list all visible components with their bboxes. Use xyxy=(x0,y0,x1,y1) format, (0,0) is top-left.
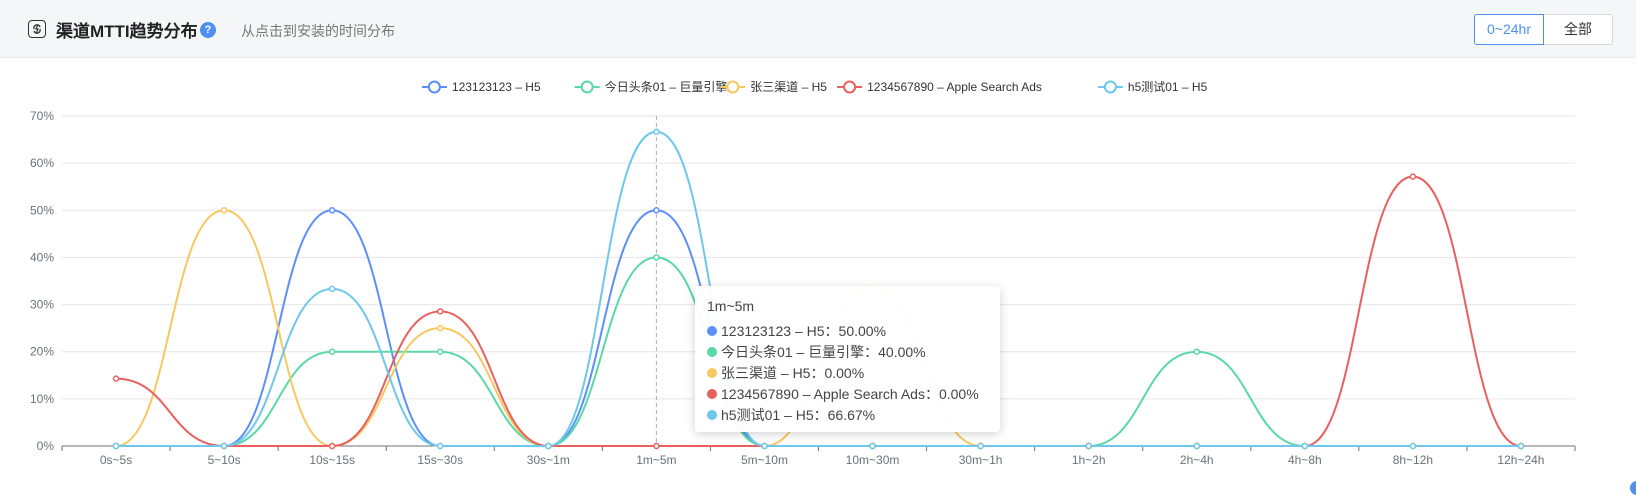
data-point xyxy=(1193,348,1200,355)
legend-marker-icon xyxy=(843,80,857,94)
legend-item[interactable]: 1234567890 – Apple Search Ads xyxy=(837,80,1042,94)
data-point xyxy=(220,442,228,450)
tooltip-row-text: 123123123 – H5：50.00% xyxy=(721,322,887,339)
y-tick-label: 50% xyxy=(30,203,54,217)
legend-marker-icon xyxy=(726,80,740,94)
data-point xyxy=(437,442,444,450)
x-axis: 0s~5s 5~10s 10s~15s 15s~30s 30s~1m 1m~5m 5m~10… xyxy=(61,446,1576,467)
data-point xyxy=(1193,442,1200,450)
data-point xyxy=(977,442,984,450)
question-circle-icon[interactable]: ? xyxy=(200,22,216,38)
data-point xyxy=(437,308,444,315)
data-point xyxy=(1409,442,1417,450)
series-dot-icon xyxy=(707,367,717,378)
tooltip-row-text: 1234567890 – Apple Search Ads：0.00% xyxy=(721,385,979,402)
x-tick-label: 30s~1m xyxy=(527,453,570,467)
tooltip-row-text: 今日头条01 – 巨量引擎：40.00% xyxy=(721,343,926,360)
x-tick-label: 1h~2h xyxy=(1072,453,1106,467)
x-tick-label: 5~10s xyxy=(208,453,241,467)
page-subtitle: 从点击到安装的时间分布 xyxy=(241,23,395,39)
x-tick-label: 4h~8h xyxy=(1288,453,1322,467)
x-tick-label: 10s~15s xyxy=(309,453,355,467)
channel-icon xyxy=(28,20,46,38)
legend-marker-icon xyxy=(427,80,441,94)
y-tick-label: 10% xyxy=(30,392,54,406)
x-tick-label: 2h~4h xyxy=(1180,453,1214,467)
x-tick-label: 10m~30m xyxy=(846,453,900,467)
data-point xyxy=(437,324,444,332)
tooltip-row-text: h5测试01 – H5：66.67% xyxy=(721,406,876,423)
tooltip-row: 123123123 – H5：50.00% xyxy=(707,320,988,341)
y-tick-label: 0% xyxy=(37,439,55,453)
tooltip-row: 今日头条01 – 巨量引擎：40.00% xyxy=(707,341,988,362)
data-point xyxy=(328,285,336,293)
legend-marker-icon xyxy=(1103,80,1117,94)
y-tick-label: 60% xyxy=(30,156,54,170)
legend-label: 1234567890 – Apple Search Ads xyxy=(867,80,1042,94)
tooltip-row: 张三渠道 – H5：0.00% xyxy=(707,362,988,383)
data-point xyxy=(1409,173,1417,180)
data-point xyxy=(328,442,336,450)
data-point xyxy=(653,207,660,214)
data-point xyxy=(437,348,444,355)
x-tick-label: 30m~1h xyxy=(959,453,1003,467)
legend-item[interactable]: 张三渠道 – H5 xyxy=(720,80,827,94)
range-button-all[interactable]: 全部 xyxy=(1543,14,1613,45)
data-point xyxy=(761,442,768,450)
tooltip-row: h5测试01 – H5：66.67% xyxy=(707,404,988,425)
x-tick-label: 15s~30s xyxy=(417,453,463,467)
x-tick-label: 5m~10m xyxy=(741,453,788,467)
y-tick-label: 70% xyxy=(30,109,54,123)
tooltip-title: 1m~5m xyxy=(707,298,755,314)
data-point xyxy=(869,442,876,450)
range-button-24hr[interactable]: 0~24hr xyxy=(1474,14,1544,45)
legend-item[interactable]: 123123123 – H5 xyxy=(421,80,541,94)
data-point xyxy=(1301,442,1309,450)
data-point xyxy=(653,442,660,450)
legend-marker-icon xyxy=(580,80,594,94)
data-point xyxy=(653,254,660,261)
y-tick-label: 30% xyxy=(30,298,54,312)
data-point xyxy=(220,207,228,214)
data-point xyxy=(328,348,336,355)
series-dot-icon xyxy=(707,325,717,336)
data-point xyxy=(1517,442,1525,450)
data-point xyxy=(328,207,336,214)
chart-area: 123123123 – H5 今日头条01 – 巨量引擎 张三渠道 – H5 1234… xyxy=(0,58,1636,499)
legend-label: 今日头条01 – 巨量引擎 xyxy=(605,79,728,94)
data-point xyxy=(545,442,552,450)
legend-label: 123123123 – H5 xyxy=(452,80,541,94)
x-tick-label: 0s~5s xyxy=(100,453,132,467)
data-point xyxy=(1085,442,1092,450)
panel-header: 渠道MTTI趋势分布 ? 从点击到安装的时间分布 0~24hr 全部 xyxy=(0,0,1636,58)
x-tick-label: 12h~24h xyxy=(1497,453,1544,467)
chart-legend: 123123123 – H5 今日头条01 – 巨量引擎 张三渠道 – H5 1234… xyxy=(421,79,1208,94)
legend-item[interactable]: h5测试01 – H5 xyxy=(1097,79,1208,94)
series-dot-icon xyxy=(707,409,717,420)
mtti-line-chart: 123123123 – H5 今日头条01 – 巨量引擎 张三渠道 – H5 1234… xyxy=(30,79,1576,467)
chart-tooltip: 1m~5m 123123123 – H5：50.00% 今日头条01 – 巨量引… xyxy=(695,286,1000,432)
y-tick-label: 40% xyxy=(30,250,54,264)
legend-item[interactable]: 今日头条01 – 巨量引擎 xyxy=(574,79,728,94)
series-dot-icon xyxy=(707,346,717,357)
tooltip-row: 1234567890 – Apple Search Ads：0.00% xyxy=(707,383,988,404)
tooltip-row-text: 张三渠道 – H5：0.00% xyxy=(721,364,865,381)
y-axis: 0% 10% 20% 30% 40% 50% 60% 70% xyxy=(30,109,54,453)
page-title: 渠道MTTI趋势分布 xyxy=(56,22,198,41)
legend-label: h5测试01 – H5 xyxy=(1128,79,1208,94)
data-point xyxy=(112,442,120,450)
series-dot-icon xyxy=(707,388,717,399)
y-tick-label: 20% xyxy=(30,345,54,359)
x-tick-label: 8h~12h xyxy=(1393,453,1433,467)
data-point xyxy=(112,375,120,382)
data-point xyxy=(653,128,660,135)
x-tick-label: 1m~5m xyxy=(636,453,676,467)
legend-label: 张三渠道 – H5 xyxy=(750,80,827,94)
time-range-toggle: 0~24hr 全部 xyxy=(1474,14,1613,45)
